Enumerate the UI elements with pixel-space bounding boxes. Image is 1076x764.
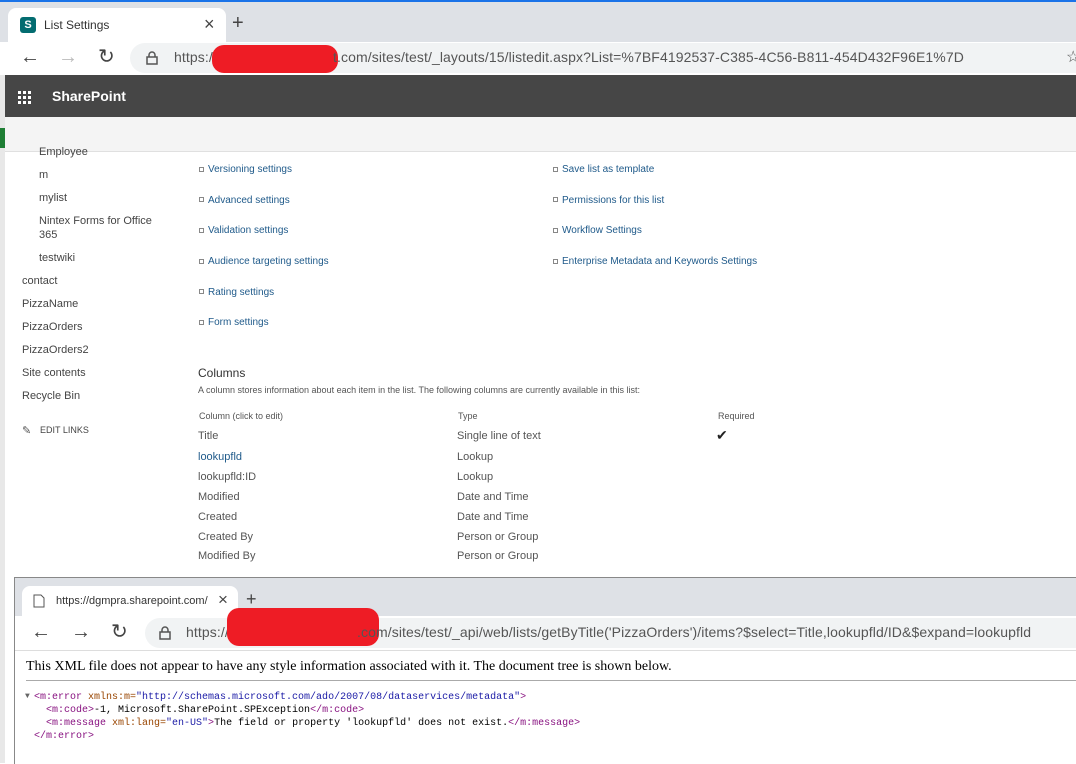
column-name[interactable]: lookupfld:ID [198,471,256,483]
url-text: .com/sites/test/_api/web/lists/getByTitl… [357,624,1032,640]
bullet-icon [553,228,558,233]
redaction-mark [212,45,338,73]
bullet-icon [553,197,558,202]
url-text: t.com/sites/test/_layouts/15/listedit.as… [333,49,964,65]
lock-icon [146,51,158,65]
sharepoint-favicon-icon: S [20,17,36,33]
column-header-required: Required [718,411,755,421]
link-permissions-for-this-list[interactable]: Permissions for this list [562,195,664,206]
column-type: Date and Time [457,511,529,523]
forward-arrow-icon[interactable]: → [58,47,78,67]
column-type: Lookup [457,451,494,463]
bottom-address-toolbar: ← → ↻ https:// .com/sites/test/_api/web/… [15,608,1076,651]
top-browser-tab[interactable]: S List Settings × [8,8,226,42]
nav-item-recycle-bin[interactable]: Recycle Bin [22,390,80,402]
xml-message-line: <m:message xml:lang="en-US">The field or… [46,718,581,729]
bullet-icon [553,259,558,264]
bullet-icon [199,197,204,202]
nav-item-site-contents[interactable]: Site contents [22,367,86,379]
top-address-toolbar: ← → ↻ https:// t.com/sites/test/_layouts… [0,42,1076,76]
column-name[interactable]: Title [198,430,218,442]
column-type: Single line of text [457,430,541,442]
xml-code-line: <m:code>-1, Microsoft.SharePoint.SPExcep… [46,705,365,716]
nav-item-testwiki[interactable]: testwiki [39,252,75,264]
close-tab-icon[interactable]: × [218,590,228,610]
divider [26,680,1076,681]
nav-item-employee[interactable]: Employee [39,146,88,158]
back-arrow-icon[interactable]: ← [31,622,51,642]
reload-icon[interactable]: ↻ [111,622,128,642]
xml-style-notice: This XML file does not appear to have an… [26,659,672,674]
reload-icon[interactable]: ↻ [98,47,115,67]
tab-title: https://dgmpra.sharepoint.com/ [56,595,208,607]
edit-links-button[interactable]: EDIT LINKS [40,425,89,435]
link-advanced-settings[interactable]: Advanced settings [208,195,290,206]
xml-error-open-line: <m:error xmlns:m="http://schemas.microso… [34,692,527,703]
bookmark-star-icon[interactable]: ☆ [1066,47,1076,67]
link-rating-settings[interactable]: Rating settings [208,287,274,298]
collapse-toggle-icon[interactable]: ▼ [25,692,30,701]
url-prefix: https:// [174,49,217,65]
nav-item-mylist[interactable]: mylist [39,192,67,204]
columns-description: A column stores information about each i… [198,385,641,395]
link-workflow-settings[interactable]: Workflow Settings [562,225,642,236]
nav-item-pizzaname[interactable]: PizzaName [22,298,78,310]
bullet-icon [199,167,204,172]
new-tab-button[interactable]: + [232,13,244,33]
app-launcher-icon[interactable] [18,91,31,104]
window-accent-line [0,0,1076,2]
column-name[interactable]: lookupfld [198,451,242,463]
column-type: Person or Group [457,531,539,543]
xml-error-close-line: </m:error> [34,731,95,742]
column-type: Date and Time [457,491,529,503]
bottom-browser-tab[interactable]: https://dgmpra.sharepoint.com/ × [22,586,238,616]
page-icon [33,594,45,608]
required-check-icon: ✔ [716,427,728,443]
column-type: Lookup [457,471,494,483]
sharepoint-suite-bar: SharePoint [5,75,1076,117]
columns-heading: Columns [198,366,246,380]
column-name[interactable]: Created By [198,531,253,543]
link-form-settings[interactable]: Form settings [208,317,269,328]
nav-item-m[interactable]: m [39,169,48,181]
nav-item-contact[interactable]: contact [22,275,57,287]
link-versioning-settings[interactable]: Versioning settings [208,164,292,175]
sharepoint-brand[interactable]: SharePoint [52,88,126,104]
nav-item-pizzaorders2[interactable]: PizzaOrders2 [22,344,89,356]
bullet-icon [199,228,204,233]
new-tab-button[interactable]: + [246,590,257,608]
bullet-icon [553,167,558,172]
bullet-icon [199,289,204,294]
back-arrow-icon[interactable]: ← [20,47,40,67]
column-name[interactable]: Modified [198,491,240,503]
link-audience-targeting-settings[interactable]: Audience targeting settings [208,256,329,267]
column-type: Person or Group [457,550,539,562]
column-name[interactable]: Created [198,511,237,523]
nav-item-pizzaorders[interactable]: PizzaOrders [22,321,83,333]
bullet-icon [199,259,204,264]
link-validation-settings[interactable]: Validation settings [208,225,288,236]
tab-title: List Settings [44,18,110,32]
forward-arrow-icon[interactable]: → [71,622,91,642]
column-header-name: Column (click to edit) [199,411,284,421]
column-name[interactable]: Modified By [198,550,255,562]
link-enterprise-metadata-settings[interactable]: Enterprise Metadata and Keywords Setting… [562,256,757,267]
nav-item-nintex-forms[interactable]: Nintex Forms for Office 365 [39,214,165,242]
close-tab-icon[interactable]: × [204,14,215,35]
bullet-icon [199,320,204,325]
link-save-list-as-template[interactable]: Save list as template [562,164,654,175]
window-edge [0,75,5,763]
column-header-type: Type [458,411,478,421]
url-prefix: https:// [186,624,229,640]
lock-icon [159,626,171,640]
pencil-icon: ✎ [22,425,32,437]
sharepoint-command-bar [5,117,1076,152]
